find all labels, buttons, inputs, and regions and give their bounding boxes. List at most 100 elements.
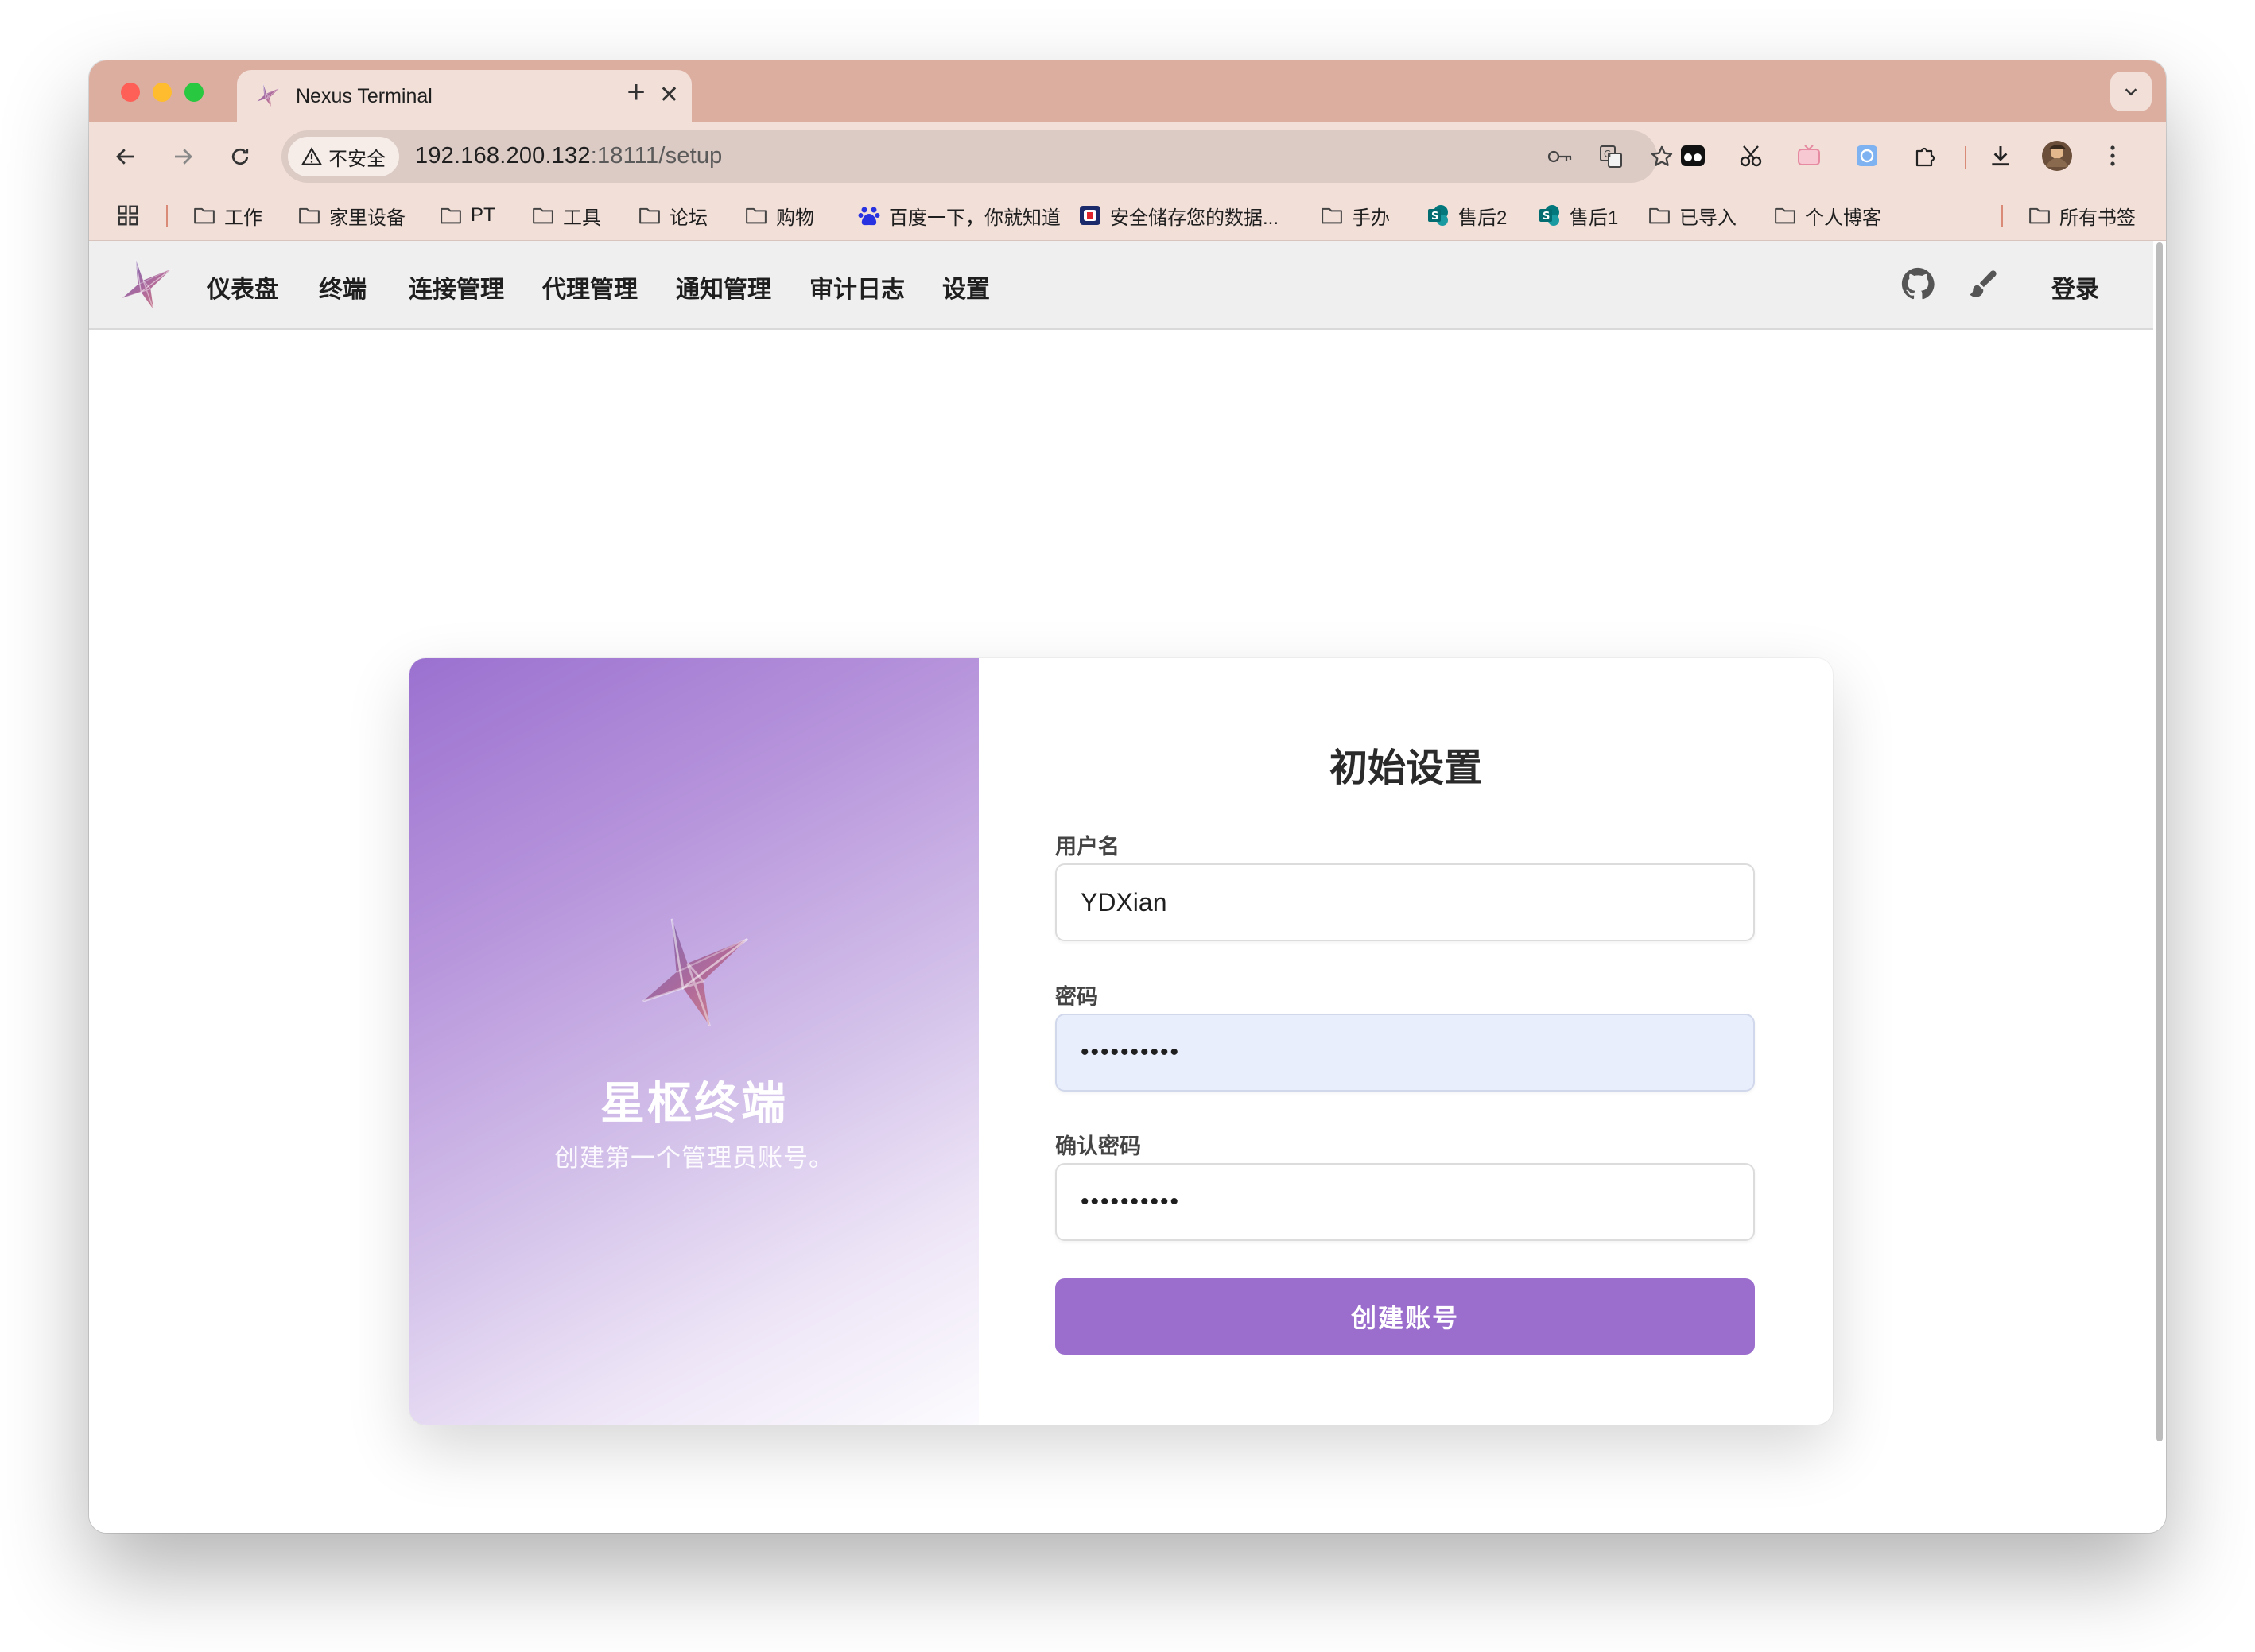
extension-glasses-icon[interactable] [1677, 140, 1709, 172]
setup-card: 星枢终端 创建第一个管理员账号。 初始设置 用户名 YDXian 密码 ••••… [409, 658, 1833, 1425]
tab-title: Nexus Terminal [296, 85, 433, 107]
folder-icon [192, 204, 216, 227]
apps-grid-icon[interactable] [116, 202, 140, 229]
star-logo-icon [635, 917, 754, 1028]
hero-title: 星枢终端 [600, 1078, 788, 1128]
all-bookmarks-button[interactable]: 所有书签 [2028, 202, 2136, 229]
folder-icon [744, 204, 768, 227]
folder-icon [439, 204, 463, 227]
extensions-puzzle-icon[interactable] [1909, 140, 1941, 172]
bookmark-item[interactable]: 个人博客 [1773, 202, 1881, 229]
bookmarks-bar: 工作 家里设备 PT 工具 论坛 购物 百度一下，你就知道 安全储存您的数据..… [89, 191, 2166, 241]
bookmark-label: 售后2 [1458, 207, 1508, 229]
login-link[interactable]: 登录 [2051, 270, 2099, 304]
translate-icon[interactable]: G [1597, 142, 1625, 171]
svg-text:S: S [1543, 211, 1550, 223]
confirm-password-input[interactable]: •••••••••• [1055, 1163, 1755, 1241]
bookmarks-divider [166, 205, 168, 227]
folder-icon [1320, 204, 1344, 227]
security-chip[interactable]: 不安全 [288, 137, 399, 176]
url-host: 192.168.200.132 [415, 143, 591, 169]
folder-icon [531, 204, 555, 227]
nav-connections[interactable]: 连接管理 [409, 270, 504, 304]
folder-icon [2028, 204, 2051, 227]
security-label: 不安全 [328, 148, 386, 170]
reload-icon [231, 148, 249, 165]
new-tab-button[interactable]: + [617, 73, 655, 111]
minimize-window-button[interactable] [153, 83, 172, 102]
zoom-window-button[interactable] [184, 83, 204, 102]
url-text: 192.168.200.132:18111/setup [415, 143, 723, 169]
all-bookmarks-label: 所有书签 [2059, 207, 2136, 229]
bookmark-label: 百度一下，你就知道 [889, 207, 1061, 229]
bookmarks-divider [2001, 205, 2003, 227]
nav-dashboard[interactable]: 仪表盘 [207, 270, 278, 304]
tab-favicon-icon [256, 83, 280, 107]
bookmark-item[interactable]: 购物 [744, 202, 814, 229]
extension-tv-icon[interactable] [1793, 140, 1825, 172]
extension-scissors-icon[interactable] [1735, 140, 1767, 172]
extension-blue-icon[interactable] [1851, 140, 1883, 172]
folder-icon [1648, 204, 1671, 227]
bookmark-item[interactable]: 工作 [192, 202, 262, 229]
bookmark-item[interactable]: 手办 [1320, 202, 1390, 229]
create-account-button[interactable]: 创建账号 [1055, 1278, 1755, 1355]
bookmark-item[interactable]: S 售后1 [1538, 202, 1618, 229]
app-logo[interactable] [118, 258, 175, 311]
address-bar[interactable]: 不安全 192.168.200.132:18111/setup G [281, 130, 1673, 183]
bookmark-item[interactable]: 论坛 [638, 202, 708, 229]
username-label: 用户名 [1055, 835, 1120, 859]
tab-strip: Nexus Terminal ✕ + [89, 60, 2166, 122]
bookmark-label: 购物 [776, 207, 814, 229]
forward-button[interactable] [165, 139, 200, 174]
bookmark-label: 安全储存您的数据... [1110, 207, 1279, 229]
reload-button[interactable] [223, 139, 258, 174]
password-label: 密码 [1055, 985, 1098, 1009]
github-icon[interactable] [1900, 266, 1935, 301]
svg-text:S: S [1431, 211, 1438, 223]
download-icon[interactable] [1985, 140, 2016, 172]
bookmark-item[interactable]: 家里设备 [297, 202, 406, 229]
nav-audit-log[interactable]: 审计日志 [809, 270, 905, 304]
bookmark-label: 手办 [1352, 207, 1390, 229]
bookmark-label: 售后1 [1570, 207, 1619, 229]
q-icon [1080, 206, 1100, 225]
username-input[interactable]: YDXian [1055, 863, 1755, 941]
brush-icon[interactable] [1966, 266, 2001, 301]
window-controls [121, 83, 204, 102]
bookmark-item[interactable]: 百度一下，你就知道 [857, 202, 1061, 229]
toolbar-divider [1965, 146, 1966, 169]
nav-settings[interactable]: 设置 [942, 270, 990, 304]
nav-notifications[interactable]: 通知管理 [676, 270, 771, 304]
folder-icon [638, 204, 662, 227]
bookmark-item[interactable]: S 售后2 [1426, 202, 1507, 229]
bookmark-label: PT [471, 204, 495, 226]
sharepoint-icon: S [1428, 205, 1448, 226]
nav-terminal[interactable]: 终端 [319, 270, 367, 304]
back-button[interactable] [108, 139, 143, 174]
page-scrollbar[interactable] [2156, 242, 2163, 1441]
arrow-right-icon [175, 149, 192, 165]
bookmark-item[interactable]: 工具 [531, 202, 601, 229]
bookmark-item[interactable]: 安全储存您的数据... [1078, 202, 1279, 229]
tab-search-button[interactable] [2110, 72, 2152, 111]
password-key-icon[interactable] [1546, 142, 1574, 171]
folder-icon [1773, 204, 1797, 227]
bookmark-star-icon[interactable] [1648, 142, 1676, 171]
app-navbar: 仪表盘 终端 连接管理 代理管理 通知管理 审计日志 设置 登录 [89, 241, 2153, 330]
bookmark-label: 论坛 [670, 207, 708, 229]
bookmark-label: 家里设备 [329, 207, 406, 229]
bookmark-item[interactable]: 已导入 [1648, 202, 1737, 229]
tab-close-icon[interactable]: ✕ [659, 79, 679, 111]
profile-avatar[interactable] [2041, 140, 2073, 172]
hero-panel: 星枢终端 创建第一个管理员账号。 [409, 658, 979, 1425]
bookmark-label: 工作 [224, 207, 262, 229]
bookmark-item[interactable]: PT [439, 202, 495, 229]
browser-menu-icon[interactable] [2097, 140, 2129, 172]
close-window-button[interactable] [121, 83, 140, 102]
hero-subtitle: 创建第一个管理员账号。 [554, 1144, 834, 1172]
bookmark-label: 已导入 [1679, 207, 1737, 229]
password-input[interactable]: •••••••••• [1055, 1014, 1755, 1092]
setup-form: 初始设置 用户名 YDXian 密码 •••••••••• 确认密码 •••••… [979, 658, 1833, 1425]
nav-proxies[interactable]: 代理管理 [542, 270, 638, 304]
